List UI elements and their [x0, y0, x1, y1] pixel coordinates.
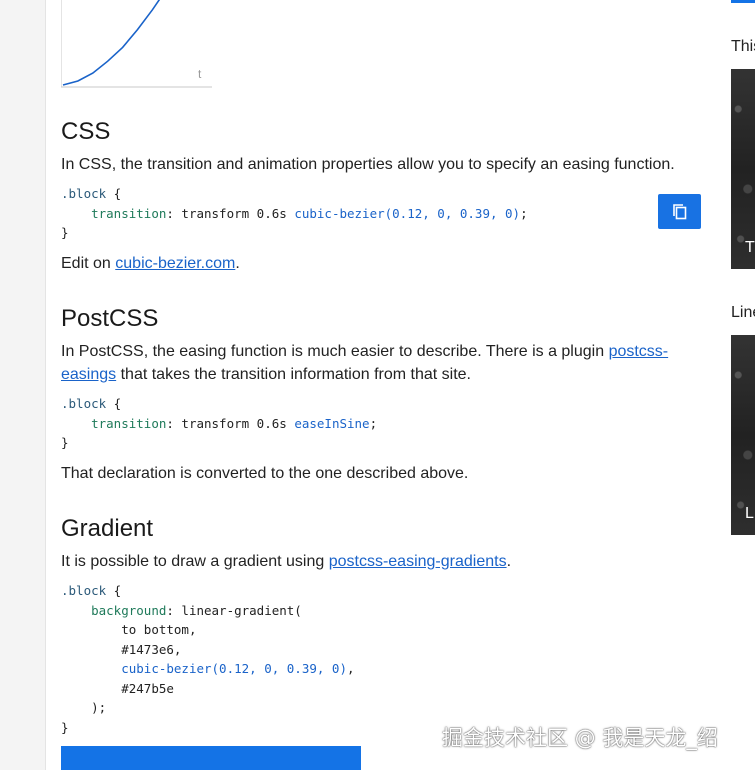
x-axis-label: t — [198, 67, 202, 81]
css-heading: CSS — [61, 118, 111, 145]
postcss-intro-suffix: that takes the transition information fr… — [116, 366, 471, 383]
left-gutter — [0, 0, 46, 770]
edit-suffix: . — [235, 255, 240, 272]
sidebar-label[interactable]: This — [731, 38, 755, 56]
gradient-preview — [61, 746, 361, 770]
postcss-code-block: .block { transition: transform 0.6s ease… — [61, 394, 377, 453]
code-function: cubic-bezier(0.12, 0, 0.39, 0) — [294, 205, 521, 221]
thumbnail-caption: T — [745, 239, 755, 256]
code-value: : linear-gradient( — [166, 602, 302, 618]
code-selector: .block — [61, 186, 107, 201]
code-property: transition — [91, 415, 167, 431]
gradient-heading: Gradient — [61, 515, 154, 542]
watermark: 掘金技术社区 @ 我是天龙_绍 — [442, 726, 718, 750]
code-brace-close: } — [61, 225, 69, 240]
easing-curve — [62, 0, 161, 86]
easing-chart-svg: t — [61, 0, 212, 88]
postcss-intro-prefix: In PostCSS, the easing function is much … — [61, 343, 609, 360]
css-edit-note: Edit on cubic-bezier.com. — [61, 252, 691, 275]
edit-prefix: Edit on — [61, 255, 116, 272]
gradient-intro-suffix: . — [506, 553, 512, 570]
code-brace-open: { — [106, 186, 122, 201]
code-property: background — [91, 602, 167, 618]
code-brace-open: { — [106, 396, 122, 411]
css-intro: In CSS, the transition and animation pro… — [61, 156, 675, 173]
sidebar-top-bar — [731, 0, 755, 3]
sidebar-label[interactable]: Line — [731, 304, 755, 322]
code-line: #1473e6, — [121, 641, 182, 657]
code-comma: , — [347, 661, 355, 676]
postcss-easing-gradients-link[interactable]: postcss-easing-gradients — [329, 553, 507, 570]
code-semicolon: ; — [520, 205, 528, 221]
sidebar-thumbnail[interactable]: T — [731, 69, 755, 269]
code-line: #247b5e — [121, 680, 174, 696]
code-line: to bottom, — [121, 622, 197, 637]
thumbnail-caption: L — [745, 505, 754, 522]
code-value: : transform 0.6s — [166, 415, 295, 431]
cubic-bezier-link[interactable]: cubic-bezier.com — [115, 255, 235, 272]
postcss-note: That declaration is converted to the one… — [61, 465, 469, 482]
code-selector: .block — [61, 396, 107, 411]
code-function: easeInSine — [294, 415, 370, 431]
code-function: cubic-bezier(0.12, 0, 0.39, 0) — [121, 661, 347, 676]
code-brace-close: } — [61, 719, 69, 735]
code-paren-close: ); — [91, 700, 107, 715]
postcss-heading: PostCSS — [61, 305, 159, 332]
copy-icon — [672, 203, 686, 219]
code-value: : transform 0.6s — [166, 205, 295, 221]
code-property: transition — [91, 205, 167, 221]
postcss-intro: In PostCSS, the easing function is much … — [61, 340, 691, 386]
code-selector: .block — [61, 583, 107, 598]
code-brace-close: } — [61, 435, 69, 450]
code-brace-open: { — [106, 583, 122, 598]
css-code-block: .block { transition: transform 0.6s cubi… — [61, 184, 528, 243]
copy-button[interactable] — [658, 194, 701, 229]
easing-chart: t — [61, 0, 212, 88]
sidebar-thumbnail[interactable]: L — [731, 335, 755, 535]
gradient-intro: It is possible to draw a gradient using … — [61, 550, 691, 573]
gradient-intro-prefix: It is possible to draw a gradient using — [61, 553, 329, 570]
code-semicolon: ; — [369, 415, 378, 431]
gradient-code-block: .block { background: linear-gradient( to… — [61, 581, 355, 737]
